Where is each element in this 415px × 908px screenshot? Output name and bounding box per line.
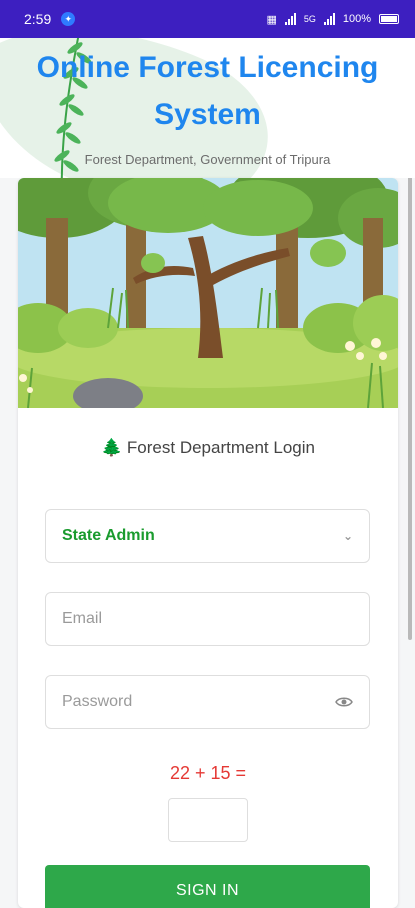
status-bar-right: ▦ 5G 100% — [266, 13, 399, 26]
network-label: 5G — [303, 14, 316, 24]
cell-signal-2-icon — [323, 13, 335, 25]
cell-signal-icon — [284, 13, 296, 25]
page-title: Online Forest Licencing System — [36, 51, 379, 131]
header: Online Forest Licencing System Forest De… — [0, 38, 415, 178]
sign-in-button[interactable]: SIGN IN — [45, 865, 370, 908]
tree-icon: 🌲 — [101, 438, 123, 457]
role-select[interactable]: State Admin ⌄ — [45, 509, 370, 563]
password-field[interactable]: Password — [45, 675, 370, 729]
email-field[interactable]: Email — [45, 592, 370, 646]
forest-illustration — [18, 178, 398, 408]
chevron-down-icon: ⌄ — [342, 529, 353, 543]
status-time: 2:59 — [24, 11, 52, 27]
status-bar: 2:59 ✦ ▦ 5G 100% — [0, 0, 415, 38]
network-type-icon: ▦ — [266, 13, 277, 26]
captcha-input[interactable] — [168, 798, 248, 842]
eye-icon[interactable] — [335, 696, 353, 708]
login-heading-text: Forest Department Login — [126, 438, 315, 457]
captcha-question: 22 + 15 = — [169, 763, 247, 783]
page-subtitle: Forest Department, Government of Tripura — [84, 152, 331, 167]
battery-icon — [379, 14, 399, 24]
login-heading: 🌲 Forest Department Login — [18, 438, 398, 458]
login-card: 🌲 Forest Department Login State Admin ⌄ … — [18, 178, 398, 908]
email-placeholder: Email — [62, 610, 103, 627]
status-bar-left: 2:59 ✦ — [24, 11, 76, 27]
password-placeholder: Password — [62, 693, 133, 710]
battery-percent: 100% — [342, 13, 371, 25]
app-notification-icon: ✦ — [61, 12, 76, 26]
role-select-value: State Admin — [62, 527, 155, 544]
